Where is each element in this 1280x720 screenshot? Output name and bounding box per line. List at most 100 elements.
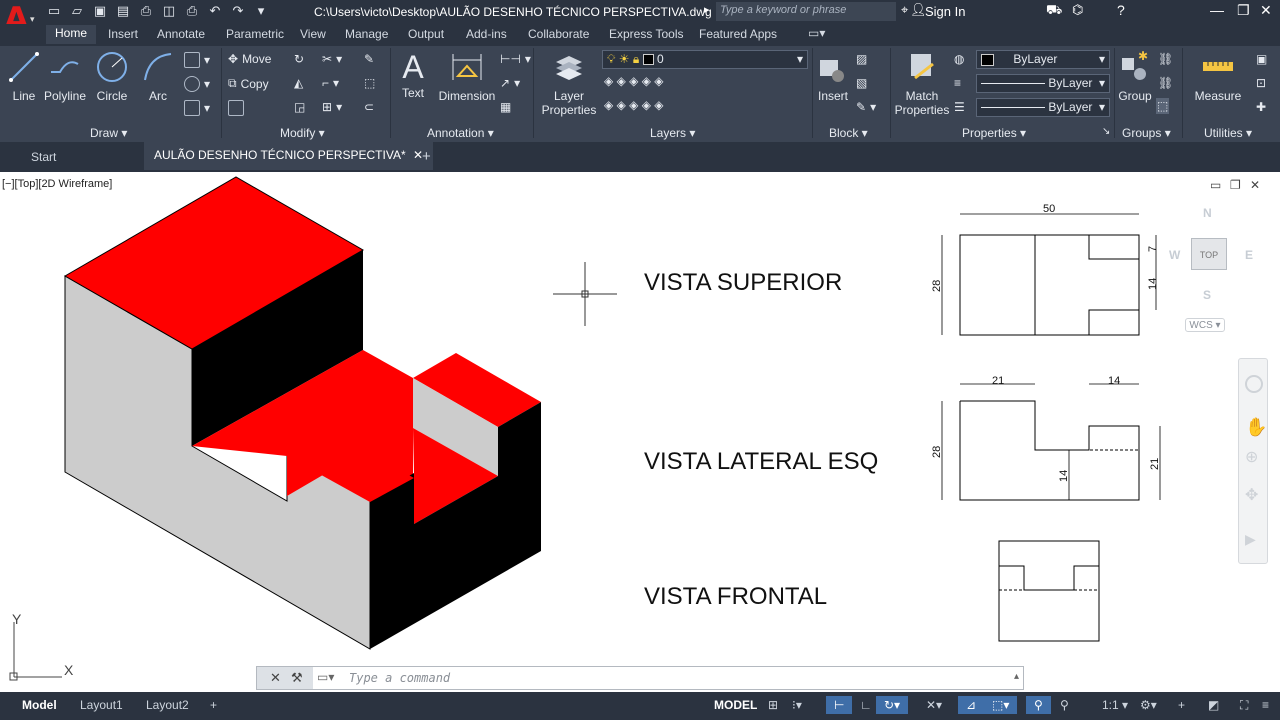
sign-in-link[interactable]: Sign In (925, 4, 965, 19)
auto-scale-icon[interactable]: ⚲ (1052, 696, 1077, 714)
compass-east[interactable]: E (1245, 248, 1253, 262)
ortho-icon[interactable]: ⊢ (826, 696, 853, 714)
grid-icon[interactable]: ⊞ (760, 696, 786, 714)
print-icon[interactable]: ⎙ (184, 3, 200, 19)
groups-panel-title[interactable]: Groups ▾ (1122, 126, 1171, 140)
mirror-tool[interactable]: ◭ (294, 76, 303, 90)
insert-tool[interactable]: Insert (814, 50, 852, 103)
match-properties-tool[interactable]: Match Properties (894, 50, 950, 117)
quick-calc-tool[interactable]: ▣ (1256, 52, 1267, 66)
search-input[interactable]: Type a keyword or phrase (716, 2, 896, 21)
layers-panel-title[interactable]: Layers ▾ (650, 126, 695, 140)
tab-parametric[interactable]: Parametric (226, 27, 284, 41)
redo-icon[interactable]: ↷ (230, 3, 246, 19)
arc-tool[interactable]: Arc (138, 50, 178, 103)
object-snap-icon[interactable]: ⬚▾ (984, 696, 1018, 714)
copy-tool[interactable]: ⧉ Copy (228, 76, 269, 91)
layer-tools-row-1[interactable]: ◈ ◈ ◈ ◈ ◈ (604, 74, 663, 88)
modify-panel-title[interactable]: Modify ▾ (280, 126, 325, 140)
dimension-tool[interactable]: Dimension (436, 50, 498, 103)
tab-featured-apps[interactable]: Featured Apps (699, 27, 777, 41)
autodesk-app-icon[interactable]: ⌬ (1072, 2, 1083, 18)
wcs-menu[interactable]: WCS ▾ (1185, 318, 1225, 332)
tab-annotate[interactable]: Annotate (157, 27, 205, 41)
rotate-tool[interactable]: ↻ (294, 52, 304, 66)
tab-express-tools[interactable]: Express Tools (609, 27, 683, 41)
restore-icon[interactable]: ❐ (1237, 2, 1250, 19)
compass-west[interactable]: W (1169, 248, 1180, 262)
boundary-tool[interactable]: ▾ (184, 100, 210, 116)
tab-layout2[interactable]: Layout2 (138, 696, 197, 714)
save-icon[interactable]: ▣ (92, 3, 108, 19)
qat-menu-icon[interactable]: ▾ (253, 3, 269, 19)
tab-home[interactable]: Home (46, 25, 97, 44)
help-icon[interactable]: ? (1117, 2, 1125, 18)
group-edit-tool[interactable]: ⛓ (1158, 76, 1173, 90)
compass-north[interactable]: N (1203, 206, 1212, 220)
tab-active-drawing[interactable]: AULÃO DESENHO TÉCNICO PERSPECTIVA* ✕ (144, 142, 434, 170)
text-tool[interactable]: A Text (396, 50, 430, 100)
id-point-tool[interactable]: ✚ (1256, 100, 1266, 114)
move-tool[interactable]: ✥ Move (228, 52, 271, 66)
save-as-icon[interactable]: ▤ (115, 3, 131, 19)
new-tab-icon[interactable]: + (422, 148, 431, 165)
tab-add-ins[interactable]: Add-ins (466, 27, 507, 41)
linetype-dropdown[interactable]: ByLayer ▾ (976, 74, 1110, 93)
offset-tool[interactable]: ⊂ (364, 100, 374, 114)
fullscreen-icon[interactable]: ⛶ (1232, 696, 1256, 715)
tab-layout1[interactable]: Layout1 (72, 696, 131, 714)
line-tool[interactable]: Line (4, 50, 44, 103)
tab-collaborate[interactable]: Collaborate (528, 27, 589, 41)
layer-dropdown[interactable]: 💡︎ ☀ 🔒︎ 0 ▾ (602, 50, 808, 69)
ribbon-toggle-icon[interactable]: ▭▾ (808, 26, 825, 40)
open-icon[interactable]: ▱ (69, 3, 85, 19)
tab-model[interactable]: Model (14, 696, 65, 714)
rectangle-tool[interactable]: ▾ (184, 52, 210, 68)
object-snap-tracking-icon[interactable]: ✕▾ (918, 696, 950, 714)
create-block-tool[interactable]: ▨ (856, 52, 867, 66)
linear-dim-tool[interactable]: ⊢⊣ ▾ (500, 52, 531, 66)
plot-icon[interactable]: ⎙ (138, 3, 154, 19)
undo-icon[interactable]: ↶ (207, 3, 223, 19)
model-space-toggle[interactable]: MODEL (706, 696, 765, 714)
explode-tool[interactable]: ⬚ (364, 76, 375, 90)
tab-manage[interactable]: Manage (345, 27, 388, 41)
isodraft-icon[interactable]: ↻▾ (876, 696, 909, 714)
hatch-tool[interactable]: ▾ (184, 76, 210, 92)
customize-icon[interactable]: ⚒ (291, 670, 303, 686)
group-selection-tool[interactable]: ⬚ (1156, 98, 1170, 114)
lineweight-toggle-icon[interactable]: ⊿ (958, 696, 985, 714)
close-command-icon[interactable]: ✕ (270, 670, 281, 686)
properties-panel-title[interactable]: Properties ▾ (962, 126, 1026, 140)
scale-tool[interactable]: ◲ (294, 100, 305, 114)
block-attribute-tool[interactable]: ✎ ▾ (856, 100, 876, 114)
utilities-panel-title[interactable]: Utilities ▾ (1204, 126, 1252, 140)
select-all-tool[interactable]: ⊡ (1256, 76, 1266, 90)
add-layout-icon[interactable]: + (202, 696, 225, 714)
close-icon[interactable]: ✕ (1260, 2, 1272, 19)
trim-tool[interactable]: ✂ ▾ (322, 52, 342, 66)
viewcube[interactable]: N W E S TOP WCS ▾ (1165, 204, 1255, 334)
web-save-icon[interactable]: ◫ (161, 3, 177, 19)
erase-tool[interactable]: ✎ (364, 52, 374, 66)
isolate-icon[interactable]: ◩ (1200, 696, 1227, 714)
layer-tools-row-2[interactable]: ◈ ◈ ◈ ◈ ◈ (604, 98, 663, 112)
binoculars-icon[interactable]: ⌖ (901, 2, 908, 18)
command-input[interactable]: Type a command (349, 671, 450, 685)
tab-insert[interactable]: Insert (108, 27, 138, 41)
layer-properties-tool[interactable]: Layer Properties (540, 50, 598, 117)
panel-launcher-icon[interactable]: ↘ (1102, 126, 1110, 137)
pan-icon[interactable]: ✋ (1245, 417, 1267, 438)
tab-view[interactable]: View (300, 27, 326, 41)
block-panel-title[interactable]: Block ▾ (829, 126, 868, 140)
lineweight-dropdown[interactable]: ByLayer ▾ (976, 98, 1110, 117)
plus-icon[interactable]: + (1170, 696, 1193, 714)
zoom-icon[interactable]: ⊕ (1245, 447, 1258, 467)
color-dropdown[interactable]: ByLayer ▾ (976, 50, 1110, 69)
compass-south[interactable]: S (1203, 288, 1211, 302)
tab-start[interactable]: Start (31, 150, 56, 164)
circle-tool[interactable]: Circle (92, 50, 132, 103)
leader-tool[interactable]: ↗ ▾ (500, 76, 520, 90)
cart-icon[interactable]: ⛟ (1046, 2, 1062, 20)
orbit-icon[interactable]: ✥ (1245, 485, 1258, 505)
